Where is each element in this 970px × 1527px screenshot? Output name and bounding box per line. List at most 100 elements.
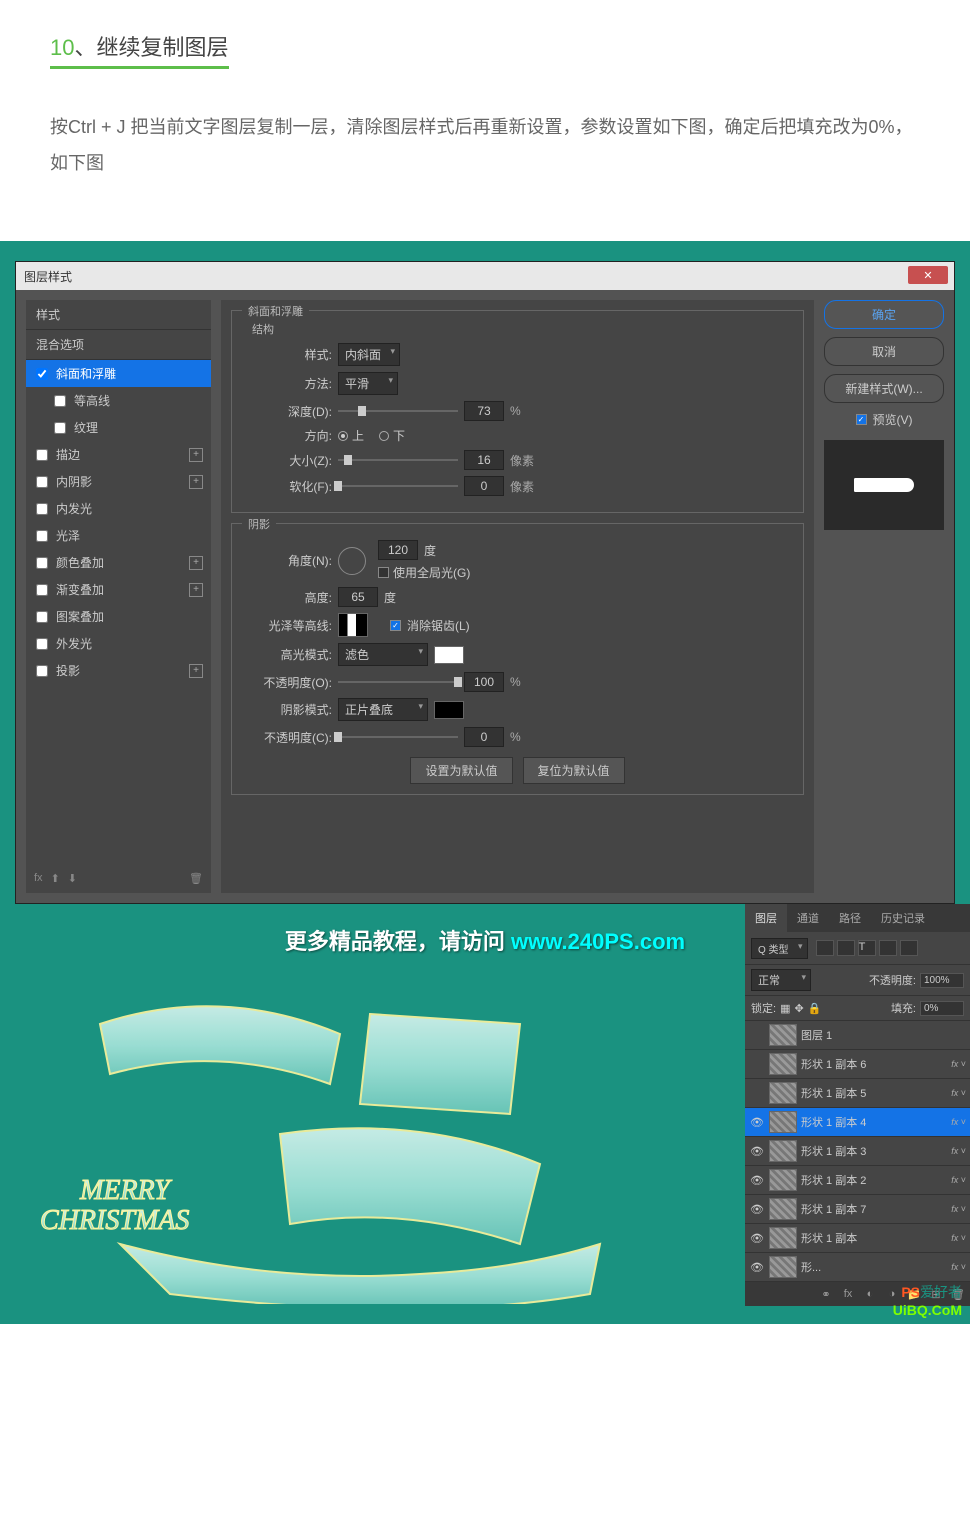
fx-badge[interactable]: fx ˅ xyxy=(951,1146,966,1156)
filter-smart-icon[interactable] xyxy=(900,940,918,956)
style-dropdown[interactable]: 内斜面 xyxy=(338,343,400,366)
styles-header[interactable]: 样式 xyxy=(26,300,211,330)
layer-thumbnail[interactable] xyxy=(769,1227,797,1249)
style-checkbox[interactable] xyxy=(54,395,66,407)
filter-text-icon[interactable]: T xyxy=(858,940,876,956)
filter-adjust-icon[interactable] xyxy=(837,940,855,956)
visibility-icon[interactable]: 👁 xyxy=(749,1203,765,1216)
depth-input[interactable]: 73 xyxy=(464,401,504,421)
layer-row[interactable]: 👁形状 1 副本 4fx ˅ xyxy=(745,1108,970,1137)
fx-icon[interactable]: fx xyxy=(840,1286,856,1302)
style-checkbox[interactable] xyxy=(36,638,48,650)
lock-all-icon[interactable]: 🔒 xyxy=(808,1002,822,1015)
fx-badge[interactable]: fx ˅ xyxy=(951,1175,966,1185)
layer-row[interactable]: 图层 1 xyxy=(745,1021,970,1050)
style-item[interactable]: 等高线 xyxy=(26,387,211,414)
highlight-opacity-slider[interactable] xyxy=(338,681,458,683)
panel-tab[interactable]: 历史记录 xyxy=(871,904,935,932)
layer-row[interactable]: 👁形...fx ˅ xyxy=(745,1253,970,1282)
style-checkbox[interactable] xyxy=(36,584,48,596)
style-checkbox[interactable] xyxy=(36,503,48,515)
direction-up-radio[interactable]: 上 xyxy=(338,427,364,444)
style-checkbox[interactable] xyxy=(36,557,48,569)
panel-tab[interactable]: 通道 xyxy=(787,904,829,932)
link-icon[interactable]: ⚭ xyxy=(818,1286,834,1302)
highlight-opacity-input[interactable]: 100 xyxy=(464,672,504,692)
fx-badge[interactable]: fx ˅ xyxy=(951,1204,966,1214)
layer-row[interactable]: 👁形状 1 副本fx ˅ xyxy=(745,1224,970,1253)
layer-thumbnail[interactable] xyxy=(769,1053,797,1075)
angle-input[interactable]: 120 xyxy=(378,540,418,560)
add-effect-icon[interactable]: + xyxy=(189,556,203,570)
style-checkbox[interactable] xyxy=(36,530,48,542)
depth-slider[interactable] xyxy=(338,410,458,412)
direction-down-radio[interactable]: 下 xyxy=(379,427,405,444)
highlight-color[interactable] xyxy=(434,646,464,664)
global-light-checkbox[interactable] xyxy=(378,567,389,578)
style-checkbox[interactable] xyxy=(36,665,48,677)
style-checkbox[interactable] xyxy=(36,611,48,623)
dialog-titlebar[interactable]: 图层样式 ✕ xyxy=(16,262,954,290)
layer-row[interactable]: 形状 1 副本 6fx ˅ xyxy=(745,1050,970,1079)
style-checkbox[interactable] xyxy=(54,422,66,434)
style-item[interactable]: 纹理 xyxy=(26,414,211,441)
antialias-checkbox[interactable]: ✓ xyxy=(390,620,401,631)
shadow-color[interactable] xyxy=(434,701,464,719)
mask-icon[interactable]: ◐ xyxy=(862,1286,878,1302)
down-icon[interactable]: ⬇ xyxy=(68,872,77,885)
fx-badge[interactable]: fx ˅ xyxy=(951,1117,966,1127)
visibility-icon[interactable]: 👁 xyxy=(749,1174,765,1187)
reset-default-button[interactable]: 复位为默认值 xyxy=(523,757,625,784)
soften-input[interactable]: 0 xyxy=(464,476,504,496)
close-button[interactable]: ✕ xyxy=(908,266,948,284)
shadow-opacity-input[interactable]: 0 xyxy=(464,727,504,747)
style-item[interactable]: 外发光 xyxy=(26,630,211,657)
style-item[interactable]: 描边+ xyxy=(26,441,211,468)
cancel-button[interactable]: 取消 xyxy=(824,337,944,366)
layer-thumbnail[interactable] xyxy=(769,1256,797,1278)
preview-checkbox[interactable]: ✓ xyxy=(856,414,867,425)
layer-thumbnail[interactable] xyxy=(769,1140,797,1162)
angle-control[interactable] xyxy=(338,547,366,575)
up-icon[interactable]: ⬆ xyxy=(51,872,60,885)
panel-tab[interactable]: 图层 xyxy=(745,904,787,932)
add-effect-icon[interactable]: + xyxy=(189,448,203,462)
visibility-icon[interactable]: 👁 xyxy=(749,1232,765,1245)
layer-row[interactable]: 👁形状 1 副本 7fx ˅ xyxy=(745,1195,970,1224)
style-item[interactable]: 内发光 xyxy=(26,495,211,522)
visibility-icon[interactable]: 👁 xyxy=(749,1261,765,1274)
fill-input[interactable]: 0% xyxy=(920,1001,964,1016)
layer-row[interactable]: 👁形状 1 副本 3fx ˅ xyxy=(745,1137,970,1166)
blend-options-header[interactable]: 混合选项 xyxy=(26,330,211,360)
style-item[interactable]: 渐变叠加+ xyxy=(26,576,211,603)
layer-row[interactable]: 👁形状 1 副本 2fx ˅ xyxy=(745,1166,970,1195)
altitude-input[interactable]: 65 xyxy=(338,587,378,607)
style-item[interactable]: 内阴影+ xyxy=(26,468,211,495)
style-item[interactable]: 图案叠加 xyxy=(26,603,211,630)
lock-position-icon[interactable]: ✥ xyxy=(794,1002,803,1015)
fx-badge[interactable]: fx ˅ xyxy=(951,1059,966,1069)
fx-badge[interactable]: fx ˅ xyxy=(951,1233,966,1243)
add-effect-icon[interactable]: + xyxy=(189,664,203,678)
fx-badge[interactable]: fx ˅ xyxy=(951,1088,966,1098)
filter-shape-icon[interactable] xyxy=(879,940,897,956)
technique-dropdown[interactable]: 平滑 xyxy=(338,372,398,395)
ok-button[interactable]: 确定 xyxy=(824,300,944,329)
lock-pixels-icon[interactable]: ▦ xyxy=(780,1002,790,1015)
new-style-button[interactable]: 新建样式(W)... xyxy=(824,374,944,403)
add-effect-icon[interactable]: + xyxy=(189,475,203,489)
layer-thumbnail[interactable] xyxy=(769,1198,797,1220)
layer-thumbnail[interactable] xyxy=(769,1024,797,1046)
style-checkbox[interactable] xyxy=(36,368,48,380)
soften-slider[interactable] xyxy=(338,485,458,487)
opacity-input[interactable]: 100% xyxy=(920,973,964,988)
style-item[interactable]: 光泽 xyxy=(26,522,211,549)
style-item[interactable]: 斜面和浮雕 xyxy=(26,360,211,387)
filter-type-dropdown[interactable]: Q 类型 xyxy=(751,938,808,959)
fx-menu-icon[interactable]: fx xyxy=(34,872,43,885)
filter-pixel-icon[interactable] xyxy=(816,940,834,956)
layer-thumbnail[interactable] xyxy=(769,1082,797,1104)
layer-thumbnail[interactable] xyxy=(769,1169,797,1191)
panel-tab[interactable]: 路径 xyxy=(829,904,871,932)
size-slider[interactable] xyxy=(338,459,458,461)
